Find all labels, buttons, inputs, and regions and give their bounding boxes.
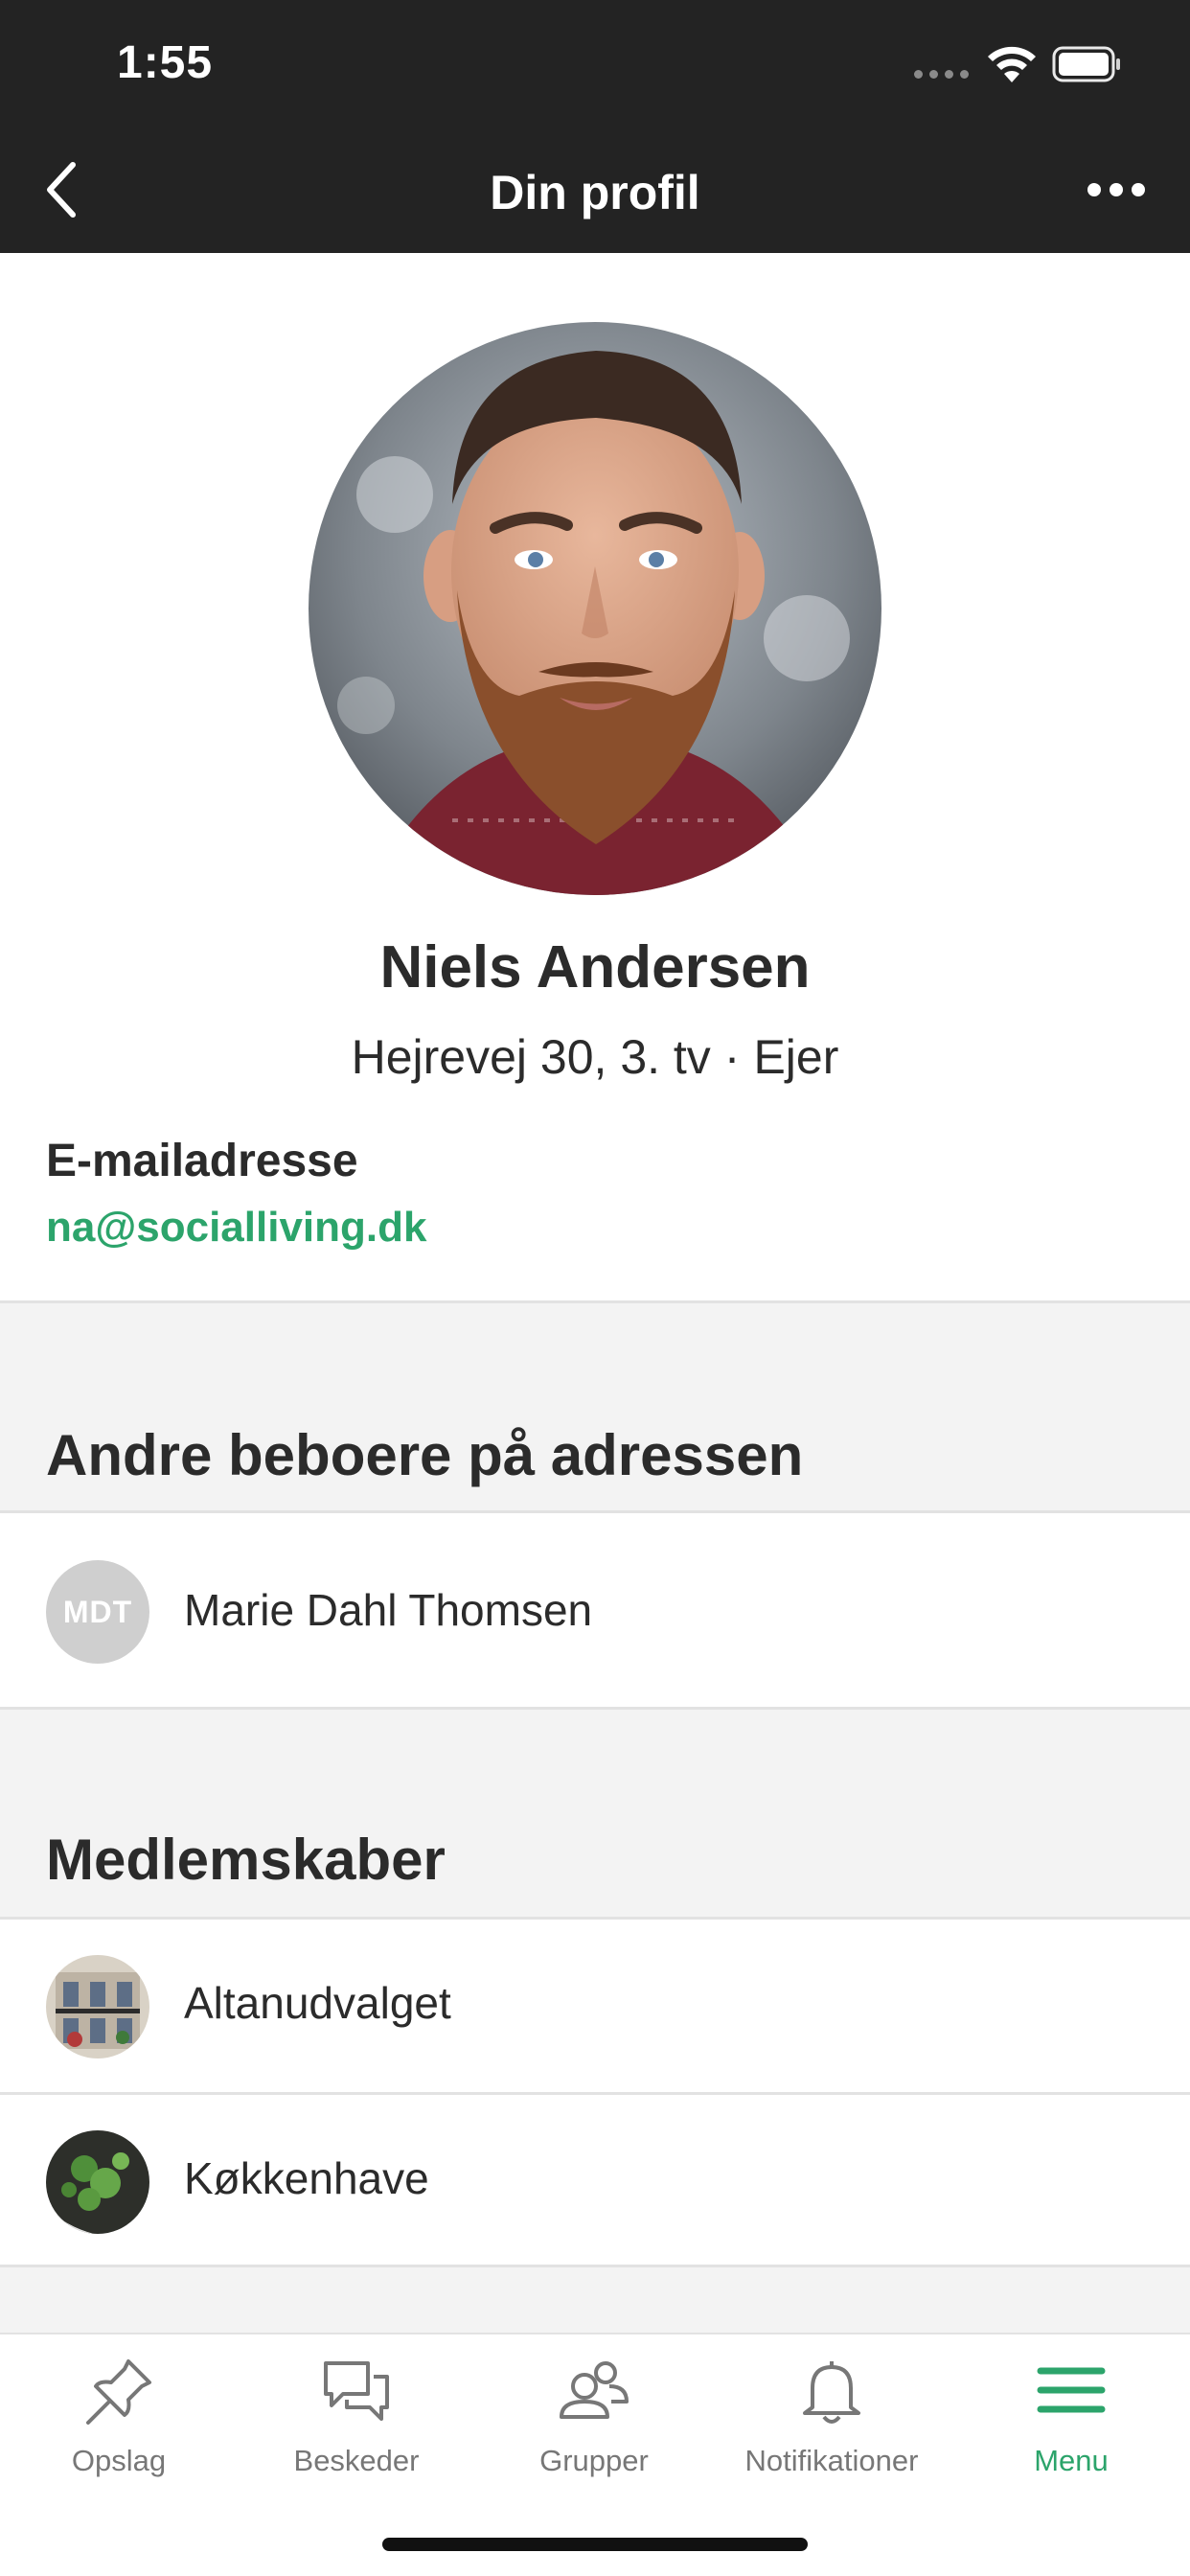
more-horizontal-icon (1087, 183, 1101, 196)
profile-avatar[interactable] (309, 322, 881, 895)
tab-beskeder[interactable]: Beskeder (238, 2334, 475, 2497)
status-time: 1:55 (117, 37, 214, 88)
residents-title: Andre beboere på adressen (46, 1423, 804, 1487)
profile-section: Niels Andersen Hejrevej 30, 3. tv · Ejer E… (0, 253, 1190, 1303)
membership-name: Køkkenhave (184, 2153, 429, 2203)
email-link[interactable]: na@socialliving.dk (46, 1204, 426, 1252)
more-options-button[interactable] (1073, 165, 1159, 215)
tab-menu[interactable]: Menu (952, 2334, 1190, 2497)
separator-dot: · (723, 1030, 741, 1084)
pin-icon (86, 2359, 151, 2425)
residents-section-header: Andre beboere på adressen (0, 1303, 1190, 1510)
tab-label: Opslag (71, 2444, 167, 2477)
nav-bar: Din profil (0, 126, 1190, 253)
tab-label: Menu (1034, 2444, 1109, 2477)
resident-row[interactable]: MDT Marie Dahl Thomsen (0, 1510, 1190, 1710)
people-icon (560, 2361, 629, 2419)
membership-row[interactable]: Køkkenhave (0, 2092, 1190, 2267)
resident-name: Marie Dahl Thomsen (184, 1585, 593, 1635)
list-footer-spacer (0, 2267, 1190, 2333)
signal-icon (914, 70, 969, 79)
email-label: E-mailadresse (46, 1136, 358, 1186)
resident-avatar: MDT (46, 1560, 149, 1664)
tab-grupper[interactable]: Grupper (475, 2334, 713, 2497)
chat-icon (324, 2361, 389, 2421)
tab-opslag[interactable]: Opslag (0, 2334, 238, 2497)
battery-icon (1052, 46, 1120, 82)
home-indicator[interactable] (382, 2538, 808, 2551)
menu-icon (1037, 2367, 1106, 2413)
tab-label: Notifikationer (744, 2444, 919, 2477)
tab-label: Grupper (539, 2444, 649, 2477)
tab-notifikationer[interactable]: Notifikationer (713, 2334, 950, 2497)
wifi-icon (988, 46, 1036, 82)
profile-photo (309, 322, 881, 895)
group-avatar-altanudvalget (46, 1955, 149, 2058)
bell-icon (803, 2361, 860, 2424)
membership-row[interactable]: Altanudvalget (0, 1917, 1190, 2092)
memberships-section-header: Medlemskaber (0, 1710, 1190, 1917)
status-bar: 1:55 (0, 0, 1190, 126)
page-title: Din profil (490, 166, 700, 219)
group-avatar-koekkenhave (46, 2130, 149, 2234)
profile-subtitle: Hejrevej 30, 3. tv · Ejer (0, 1029, 1190, 1085)
profile-name: Niels Andersen (379, 934, 811, 1000)
memberships-title: Medlemskaber (46, 1828, 446, 1892)
profile-address: Hejrevej 30, 3. tv (351, 1030, 711, 1084)
membership-name: Altanudvalget (184, 1978, 451, 2028)
tab-label: Beskeder (293, 2444, 420, 2477)
profile-role: Ejer (753, 1030, 839, 1084)
